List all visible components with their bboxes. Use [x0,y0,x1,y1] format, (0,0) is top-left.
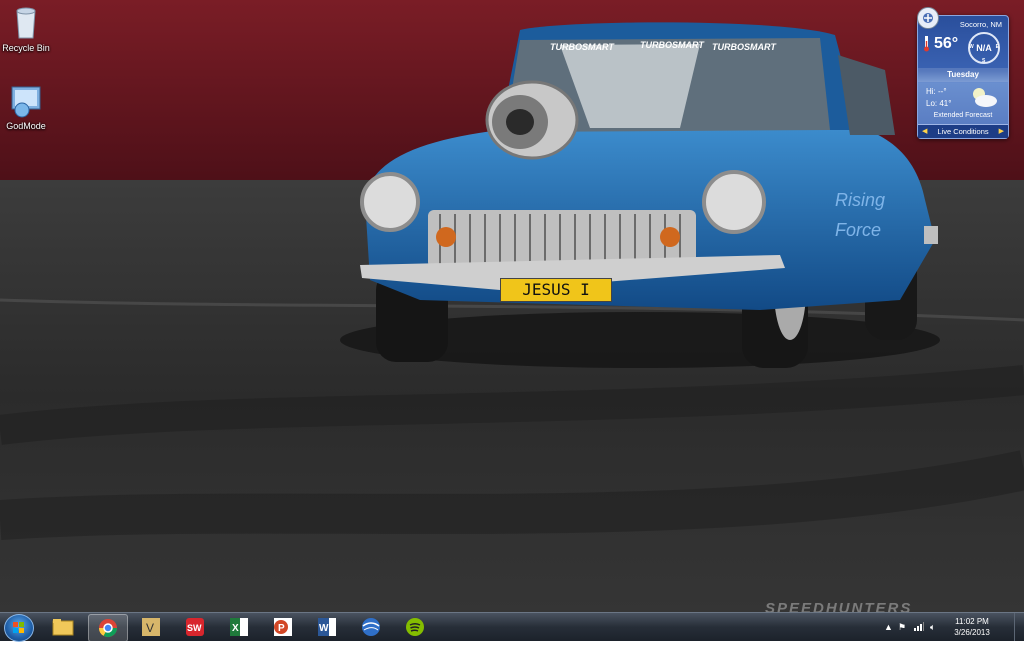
show-hidden-icons-icon[interactable]: ▲ [884,622,893,632]
weather-footer: ◀ Live Conditions ▶ [918,124,1008,138]
show-desktop-button[interactable] [1014,613,1024,641]
desktop-icon-recycle-bin[interactable]: Recycle Bin [0,6,56,53]
taskbar-visio-button[interactable]: V [132,614,170,640]
word-icon: W [318,618,336,636]
windows-logo-icon [13,622,24,633]
clock[interactable]: 11:02 PM 3/26/2013 [948,616,996,638]
clock-date: 3/26/2013 [954,628,990,637]
spotify-icon [406,618,424,636]
side-text: Rising Force [835,190,886,240]
taskbar-word-button[interactable]: W [308,614,346,640]
weather-temperature: 56° [934,35,959,52]
wallpaper-sticker-2: TURBOSMART [640,40,704,50]
powerpoint-icon: P [274,618,292,636]
visio-icon: V [142,618,160,636]
extended-forecast-link[interactable]: Extended Forecast [918,112,1008,119]
wallpaper-car-image [0,0,1024,612]
wind-value: N/A [976,43,992,53]
folder-icon [52,619,74,636]
prev-arrow-icon[interactable]: ◀ [922,125,927,138]
compass-west: W [969,44,974,50]
weather-gadget[interactable]: Socorro, NM 56° N/A W E S Tuesday Hi: --… [917,7,1009,139]
weather-day: Tuesday [918,68,1008,82]
wallpaper-sticker-3: TURBOSMART [712,42,776,52]
wind-compass-icon: N/A W E S [968,32,1000,64]
svg-text:W: W [319,623,329,634]
clock-time: 11:02 PM [955,617,989,626]
svg-text:V: V [146,621,154,635]
action-center-flag-icon[interactable]: ⚑ [898,622,906,633]
taskbar: V SW X P W ▲ ⚑ 🔈︎ 11:02 PM 3/26/2013 [0,612,1024,642]
thermometer-icon [924,36,929,52]
compass-south: S [982,58,986,64]
network-signal-icon[interactable] [914,622,924,633]
taskbar-spotify-button[interactable] [396,614,434,640]
desktop-icon-label: Recycle Bin [2,43,50,53]
desktop-icon-godmode[interactable]: GodMode [0,84,56,131]
taskbar-explorer-button[interactable] [44,614,82,640]
recycle-bin-icon [9,6,43,40]
partly-cloudy-night-icon [973,88,997,107]
google-earth-icon [362,618,380,636]
taskbar-chrome-button[interactable] [88,614,128,642]
taskbar-solidworks-button[interactable]: SW [176,614,214,640]
taskbar-excel-button[interactable]: X [220,614,258,640]
desktop[interactable]: TURBOSMART TURBOSMART TURBOSMART JESUS I… [0,0,1024,612]
weather-low: Lo: 41° [926,99,952,108]
weather-city: Socorro, NM [959,20,1002,29]
svg-text:X: X [232,623,239,634]
excel-icon: X [230,618,248,636]
compass-east: E [995,44,999,50]
solidworks-icon: SW [186,618,204,636]
system-tray: ▲ ⚑ 🔈︎ 11:02 PM 3/26/2013 [884,613,1014,641]
gadget-options-icon[interactable] [917,7,939,29]
live-conditions-label: Live Conditions [937,127,989,136]
wallpaper-sticker-1: TURBOSMART [550,42,614,52]
control-panel-icon [9,84,43,118]
svg-text:P: P [278,623,285,634]
taskbar-powerpoint-button[interactable]: P [264,614,302,640]
taskbar-google-earth-button[interactable] [352,614,390,640]
license-plate: JESUS I [500,278,612,302]
desktop-icon-label: GodMode [6,121,46,131]
weather-high: Hi: --° [926,87,947,96]
volume-icon[interactable]: 🔈︎ [930,622,935,633]
chrome-icon [99,619,117,638]
next-arrow-icon[interactable]: ▶ [999,125,1004,138]
start-button[interactable] [4,614,34,642]
svg-text:SW: SW [187,623,202,633]
